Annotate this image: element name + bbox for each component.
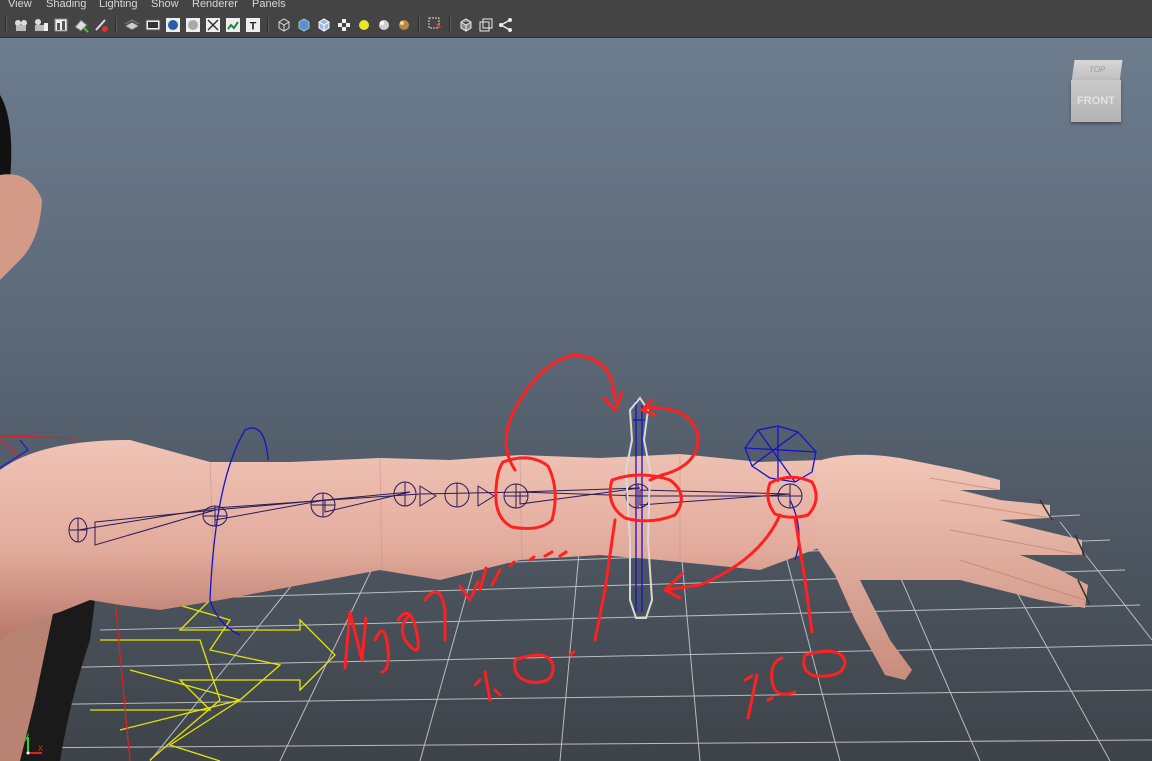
annotation-loop-top xyxy=(504,353,617,472)
arm-mesh xyxy=(0,440,840,640)
grease-pencil-icon[interactable] xyxy=(93,17,109,33)
field-chart-icon[interactable] xyxy=(205,17,221,33)
menu-view[interactable]: View xyxy=(8,0,32,10)
annotation-script-middle xyxy=(473,650,576,702)
panel-toolbar: T xyxy=(0,12,1152,38)
select-highlight-icon[interactable] xyxy=(428,17,444,33)
image-plane-icon[interactable] xyxy=(53,17,69,33)
isolate-select-icon[interactable] xyxy=(458,17,474,33)
menu-shading[interactable]: Shading xyxy=(46,0,86,10)
gate-mask-icon[interactable] xyxy=(185,17,201,33)
maya-viewport-window: View Shading Lighting Show Renderer Pane… xyxy=(0,0,1152,761)
hand-mesh xyxy=(815,454,1091,680)
toolbar-separator xyxy=(267,17,269,32)
film-gate-icon[interactable] xyxy=(145,17,161,33)
shadows-icon[interactable] xyxy=(376,17,392,33)
camera-attributes-icon[interactable] xyxy=(33,17,49,33)
textured-icon[interactable] xyxy=(336,17,352,33)
character-body xyxy=(0,95,95,761)
toolbar-separator xyxy=(449,17,451,32)
use-all-lights-icon[interactable] xyxy=(356,17,372,33)
safe-action-icon[interactable] xyxy=(225,17,241,33)
wireframe-icon[interactable] xyxy=(276,17,292,33)
view-cube-front[interactable]: FRONT xyxy=(1071,80,1121,122)
axis-y-label: y xyxy=(24,731,29,742)
wireframe-on-shaded-icon[interactable] xyxy=(316,17,332,33)
annotation-script-right xyxy=(743,649,847,720)
toolbar-separator xyxy=(5,17,7,32)
menu-panels[interactable]: Panels xyxy=(252,0,286,10)
axis-x-label: x xyxy=(38,743,43,754)
resolution-gate-icon[interactable] xyxy=(165,17,181,33)
view-cube[interactable]: TOP FRONT xyxy=(1069,58,1125,124)
foot-controls xyxy=(90,584,336,761)
xray-icon[interactable] xyxy=(478,17,494,33)
svg-text:T: T xyxy=(250,21,257,33)
menu-renderer[interactable]: Renderer xyxy=(192,0,238,10)
menu-show[interactable]: Show xyxy=(151,0,179,10)
toolbar-separator xyxy=(418,17,420,32)
smooth-shade-icon[interactable] xyxy=(296,17,312,33)
ambient-occlusion-icon[interactable] xyxy=(396,17,412,33)
safe-title-icon[interactable]: T xyxy=(245,17,261,33)
grid-toggle-icon[interactable] xyxy=(124,17,140,33)
view-cube-top[interactable]: TOP xyxy=(1071,60,1123,82)
select-camera-icon[interactable] xyxy=(13,17,29,33)
annotation-arrowhead xyxy=(663,572,684,600)
panel-menu-bar: View Shading Lighting Show Renderer Pane… xyxy=(0,0,1152,12)
xray-joints-icon[interactable] xyxy=(498,17,514,33)
menu-lighting[interactable]: Lighting xyxy=(99,0,138,10)
bookmark-icon[interactable] xyxy=(73,17,89,33)
scene-canvas: y x xyxy=(0,95,1152,761)
3d-viewport[interactable]: y x TOP FRONT xyxy=(0,38,1152,761)
toolbar-separator xyxy=(115,17,117,32)
